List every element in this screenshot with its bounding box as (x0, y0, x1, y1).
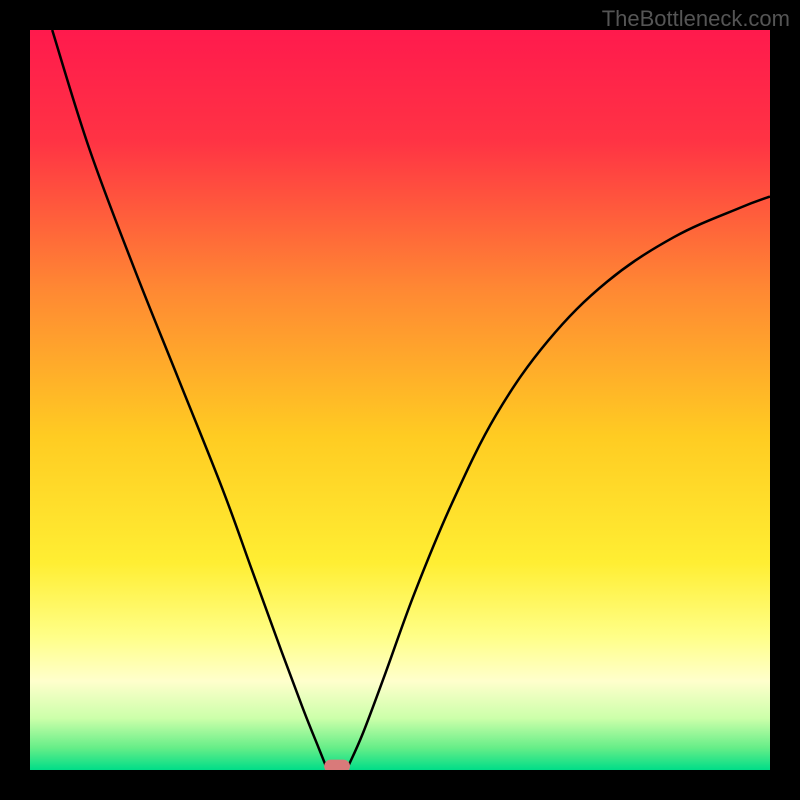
gradient-background (30, 30, 770, 770)
bottleneck-marker (324, 760, 350, 770)
watermark-text: TheBottleneck.com (602, 6, 790, 32)
marker-pill (324, 760, 350, 770)
bottleneck-chart (30, 30, 770, 770)
chart-svg (30, 30, 770, 770)
